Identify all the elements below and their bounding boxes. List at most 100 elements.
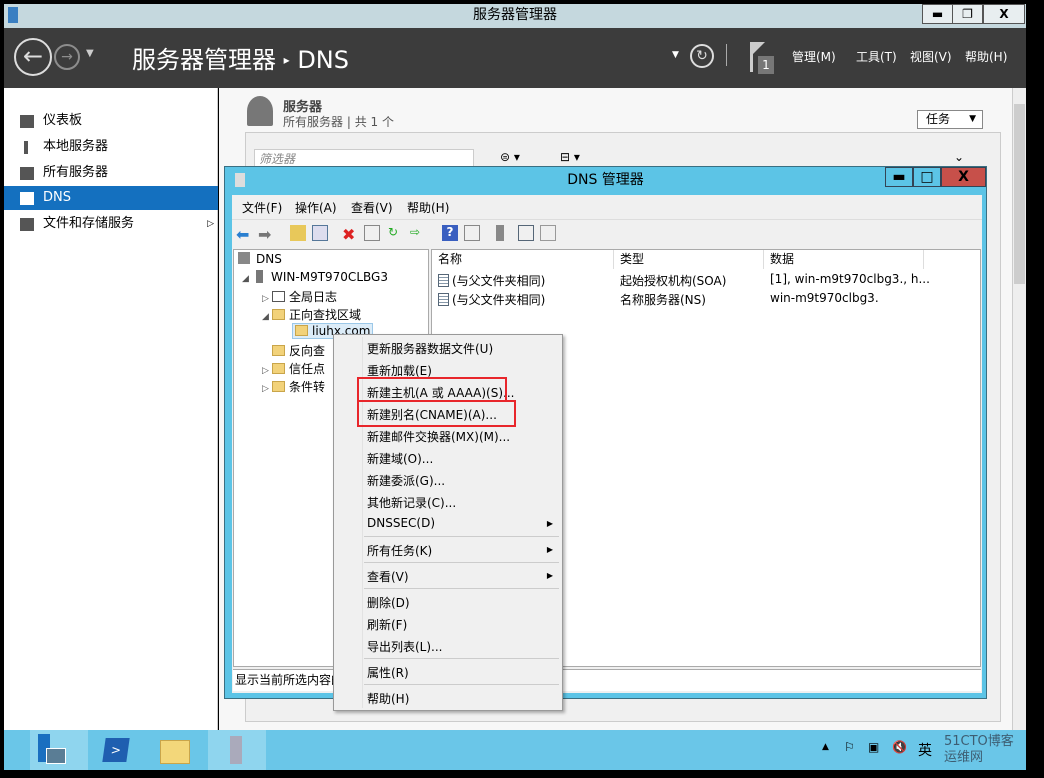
save-query-icon[interactable]: ⊟ ▾ [560, 150, 580, 164]
tree-node-dns[interactable]: DNS [238, 252, 282, 266]
volume-muted-icon[interactable]: 🔇 [892, 740, 907, 754]
sidebar-item-label: 本地服务器 [43, 139, 109, 154]
tasks-dropdown[interactable]: 任务 ▼ [917, 110, 983, 129]
dns-app-icon [235, 173, 245, 187]
menu-tools[interactable]: 工具(T) [856, 48, 897, 65]
back-button[interactable]: ← [14, 38, 52, 76]
breadcrumb-separator-icon: ▸ [283, 53, 290, 67]
folder-icon [272, 309, 285, 320]
sidebar-item-label: 所有服务器 [43, 165, 109, 180]
show-hide-tree-icon[interactable] [312, 225, 328, 241]
tree-node-reverse-zones[interactable]: 反向查 [272, 342, 325, 359]
help-icon[interactable]: ? [442, 225, 458, 241]
menu-item-update-data-file[interactable]: 更新服务器数据文件(U) [367, 340, 493, 357]
menu-item-new-domain[interactable]: 新建域(O)... [367, 450, 433, 467]
dns-window-title: DNS 管理器 [567, 172, 644, 188]
menu-help[interactable]: 帮助(H) [407, 199, 449, 216]
menu-item-delete[interactable]: 删除(D) [367, 594, 410, 611]
up-folder-icon[interactable] [290, 225, 306, 241]
minimize-button[interactable]: ▬ [922, 4, 953, 24]
menu-help[interactable]: 帮助(H) [965, 48, 1007, 65]
refresh-icon[interactable]: ↻ [690, 44, 714, 68]
menu-item-all-tasks[interactable]: 所有任务(K) ▶ [367, 542, 553, 559]
menu-item-refresh[interactable]: 刷新(F) [367, 616, 407, 633]
menu-item-new-mx[interactable]: 新建邮件交换器(MX)(M)... [367, 428, 510, 445]
server-icon[interactable] [496, 225, 504, 241]
list-options-icon[interactable]: ⊜ ▾ [500, 150, 520, 164]
dns-restore-button[interactable]: □ [913, 167, 941, 187]
tree-node-global-logs[interactable]: ▷ 全局日志 [262, 288, 337, 305]
tree-node-forward-zones[interactable]: ◢ 正向查找区域 [262, 306, 361, 323]
expand-icon[interactable]: ⌄ [954, 150, 964, 164]
record-icon[interactable] [518, 225, 534, 241]
delete-icon[interactable]: ✖ [342, 225, 358, 244]
menu-view[interactable]: 视图(V) [910, 48, 952, 65]
toolbar: ⬅ ➡ ✖ ↻ ⇨ ? [232, 219, 982, 247]
copy-icon[interactable] [540, 225, 556, 241]
folder-icon [272, 345, 285, 356]
input-language[interactable]: 英 [918, 740, 932, 760]
menu-item-new-delegation[interactable]: 新建委派(G)... [367, 472, 445, 489]
network-icon[interactable]: ▣ [868, 740, 879, 754]
nav-dropdown-icon[interactable]: ▼ [86, 48, 94, 59]
breadcrumb-root[interactable]: 服务器管理器 [132, 46, 276, 74]
menu-item-properties[interactable]: 属性(R) [367, 664, 409, 681]
sidebar-item-local-server[interactable]: 本地服务器 [4, 135, 218, 159]
server-icon [256, 270, 263, 283]
forward-button[interactable]: → [54, 44, 80, 70]
action-pane-icon[interactable] [464, 225, 480, 241]
sidebar-item-dns[interactable]: DNS [4, 186, 218, 210]
vertical-scrollbar[interactable] [1012, 88, 1026, 730]
column-header-type[interactable]: 类型 [614, 250, 764, 269]
dns-minimize-button[interactable]: ▬ [885, 167, 913, 187]
menu-item-help[interactable]: 帮助(H) [367, 690, 409, 707]
log-icon [272, 291, 285, 302]
dns-title-bar: DNS 管理器 ▬ □ X [225, 167, 986, 193]
sidebar-item-all-servers[interactable]: 所有服务器 [4, 161, 218, 185]
header: ← → ▼ 服务器管理器 ▸ DNS ▼ ↻ 1 管理(M) 工具(T) 视图(… [4, 28, 1026, 88]
menu-item-dnssec[interactable]: DNSSEC(D) ▶ [367, 516, 553, 530]
export-icon[interactable]: ⇨ [410, 225, 426, 241]
tree-node-trust-points[interactable]: ▷ 信任点 [262, 360, 325, 377]
submenu-arrow-icon: ▶ [546, 571, 553, 580]
forward-arrow-icon[interactable]: ➡ [258, 225, 274, 244]
column-header-data[interactable]: 数据 [764, 250, 924, 269]
notifications-flag-icon[interactable]: 1 [750, 42, 774, 76]
folder-icon [272, 381, 285, 392]
menu-manage[interactable]: 管理(M) [792, 48, 836, 65]
menu-file[interactable]: 文件(F) [242, 199, 282, 216]
back-arrow-icon[interactable]: ⬅ [236, 225, 252, 244]
tree-node-conditional-forwarders[interactable]: ▷ 条件转 [262, 378, 325, 395]
sidebar-item-label: DNS [43, 190, 71, 205]
dropdown-icon[interactable]: ▼ [672, 50, 679, 60]
restore-button[interactable]: ❐ [952, 4, 983, 24]
submenu-arrow-icon: ▶ [546, 519, 553, 528]
menu-item-export-list[interactable]: 导出列表(L)... [367, 638, 443, 655]
properties-icon[interactable] [364, 225, 380, 241]
sidebar-item-file-storage[interactable]: 文件和存储服务 ▷ [4, 212, 218, 236]
menu-item-other-records[interactable]: 其他新记录(C)... [367, 494, 456, 511]
menu-action[interactable]: 操作(A) [295, 199, 337, 216]
close-button[interactable]: X [983, 4, 1025, 24]
menu-item-view[interactable]: 查看(V) ▶ [367, 568, 553, 585]
table-row[interactable]: (与父文件夹相同) 名称服务器(NS) win-m9t970clbg3. [438, 291, 978, 308]
menu-view[interactable]: 查看(V) [351, 199, 393, 216]
storage-icon [20, 218, 34, 231]
taskbar-powershell[interactable]: > [88, 730, 146, 770]
action-center-flag-icon[interactable]: ⚐ [844, 740, 855, 754]
column-header-name[interactable]: 名称 [432, 250, 614, 269]
notification-count: 1 [758, 56, 774, 74]
sidebar-item-label: 文件和存储服务 [43, 216, 135, 231]
taskbar-dns-manager[interactable] [208, 730, 266, 770]
breadcrumb-page: DNS [297, 46, 349, 74]
table-row[interactable]: (与父文件夹相同) 起始授权机构(SOA) [1], win-m9t970clbg3… [438, 272, 978, 289]
refresh-icon[interactable]: ↻ [388, 225, 404, 241]
taskbar-server-manager[interactable] [30, 730, 88, 770]
dns-close-button[interactable]: X [941, 167, 986, 187]
sidebar-item-dashboard[interactable]: 仪表板 [4, 109, 218, 133]
submenu-arrow-icon: ▶ [546, 545, 553, 554]
taskbar-file-explorer[interactable] [148, 730, 206, 770]
servers-subtitle: 所有服务器 | 共 1 个 [283, 115, 394, 129]
tree-node-server[interactable]: ◢ WIN-M9T970CLBG3 [242, 270, 388, 284]
show-hidden-icons[interactable]: ▲ [822, 742, 829, 752]
